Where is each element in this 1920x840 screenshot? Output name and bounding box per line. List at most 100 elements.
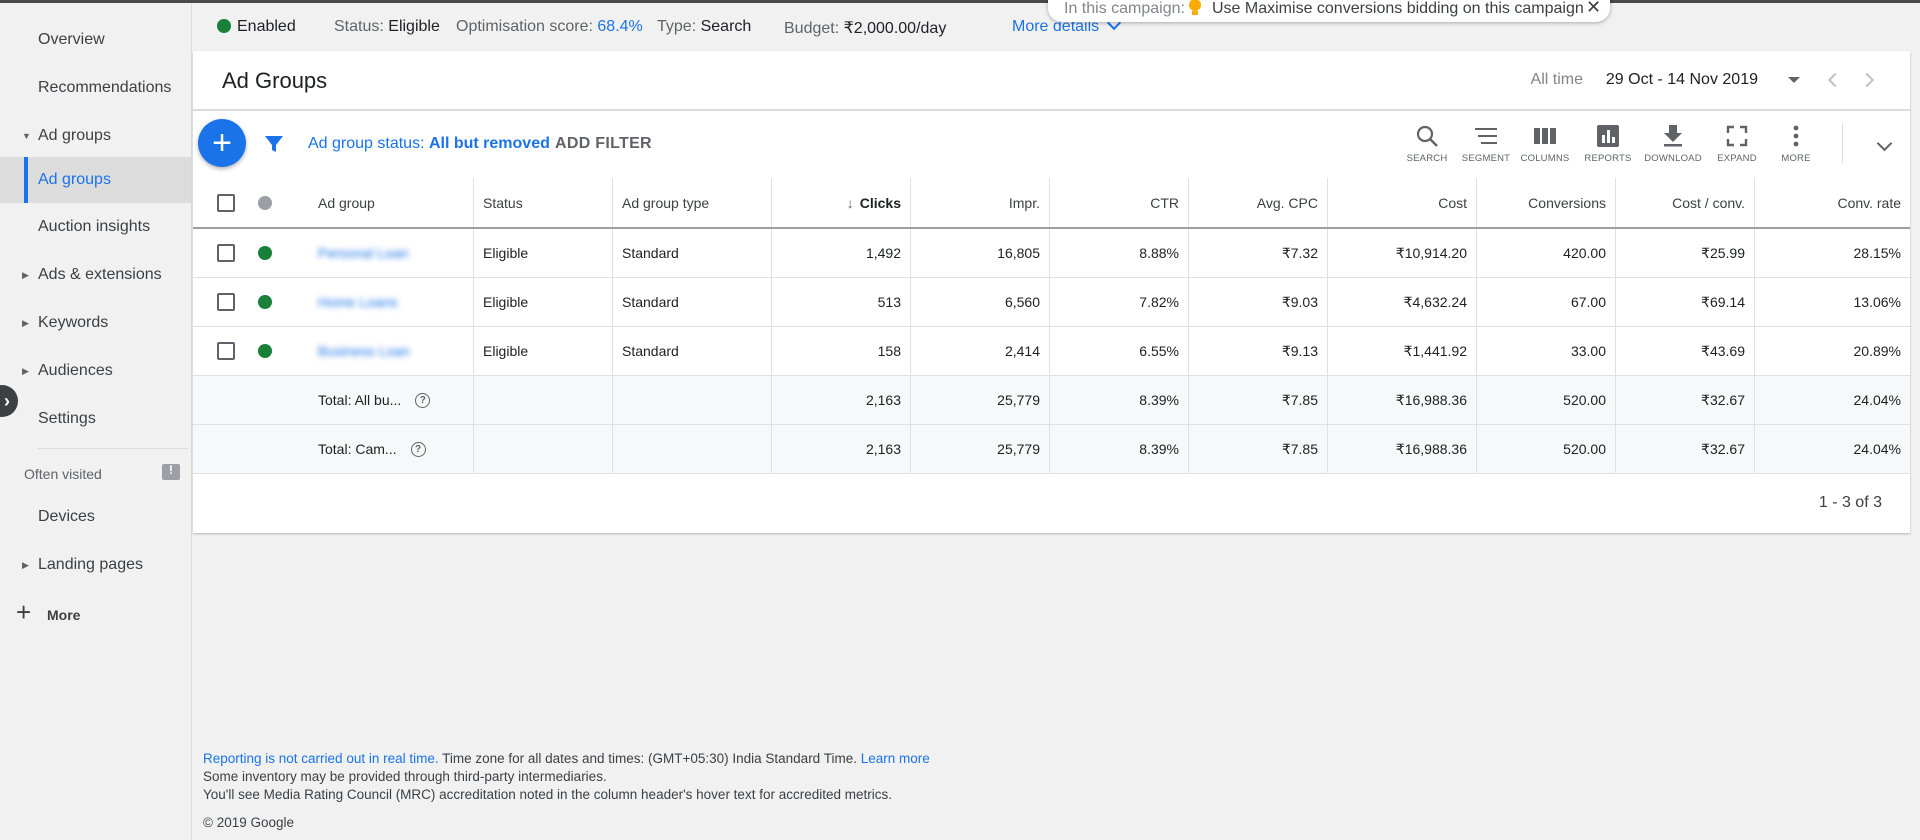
row-checkbox[interactable] — [217, 342, 235, 360]
sidebar-more[interactable]: More — [47, 607, 80, 623]
sidebar-item-ad-groups[interactable]: Ad groups — [0, 157, 192, 203]
row-checkbox[interactable] — [217, 293, 235, 311]
more-tool-button[interactable]: MORE — [1766, 123, 1826, 164]
learn-more-link[interactable]: Learn more — [861, 751, 930, 766]
ad-groups-card: Ad Groups All time 29 Oct - 14 Nov 2019 … — [193, 51, 1910, 533]
cell-cost-per-conv: ₹32.67 — [1616, 376, 1755, 424]
filter-chip-status[interactable]: Ad group status: All but removed — [308, 135, 550, 153]
footer: Reporting is not carried out in real tim… — [203, 751, 930, 830]
cell-ctr: 8.88% — [1050, 229, 1189, 277]
segment-tool-button[interactable]: SEGMENT — [1456, 123, 1516, 164]
col-ad-group-type[interactable]: Ad group type — [613, 178, 772, 227]
feedback-icon[interactable] — [162, 463, 180, 480]
col-avg-cpc[interactable]: Avg. CPC — [1189, 178, 1328, 227]
expand-icon — [1726, 125, 1748, 147]
cell-conversions: 520.00 — [1477, 376, 1616, 424]
cell-impr: 2,414 — [911, 327, 1050, 375]
cell-impr: 6,560 — [911, 278, 1050, 326]
cell-clicks: 1,492 — [772, 229, 911, 277]
col-conv-rate[interactable]: Conv. rate — [1755, 178, 1910, 227]
cell-clicks: 2,163 — [772, 376, 911, 424]
filter-icon[interactable] — [264, 134, 284, 154]
sidebar-item-settings[interactable]: Settings — [0, 397, 192, 441]
reports-icon — [1597, 125, 1619, 147]
cell-cost: ₹10,914.20 — [1328, 229, 1477, 277]
sidebar-item-recommendations[interactable]: Recommendations — [0, 66, 192, 110]
cell-conv-rate: 24.04% — [1853, 392, 1901, 408]
cell-conv-rate: 13.06% — [1853, 294, 1901, 310]
row-checkbox[interactable] — [217, 244, 235, 262]
plus-icon[interactable]: + — [16, 599, 31, 625]
cell-avg-cpc: ₹7.85 — [1189, 425, 1328, 473]
col-clicks[interactable]: ↓ Clicks — [772, 178, 911, 227]
sidebar-item-audiences[interactable]: ▶ Audiences — [0, 349, 192, 393]
sidebar-item-ads-extensions[interactable]: ▶ Ads & extensions — [0, 253, 192, 297]
cell-avg-cpc: ₹7.32 — [1189, 229, 1328, 277]
real-time-link[interactable]: Reporting is not carried out in real tim… — [203, 751, 439, 766]
sidebar: Overview Recommendations ▼ Ad groups Ad g… — [0, 3, 192, 840]
chevron-down-icon[interactable] — [1876, 135, 1893, 152]
col-cost[interactable]: Cost — [1328, 178, 1477, 227]
chevron-right-icon[interactable] — [1859, 72, 1875, 88]
table-row: Business Loan Eligible Standard 158 2,414 6.5… — [193, 327, 1910, 376]
chevron-left-icon[interactable] — [1827, 72, 1843, 88]
cell-conversions: 67.00 — [1477, 278, 1616, 326]
optimisation-score[interactable]: Optimisation score: 68.4% — [456, 18, 643, 36]
total-spacer — [193, 425, 309, 473]
cell-ad-group: Total: Cam...? — [309, 425, 474, 473]
close-icon[interactable]: ✕ — [1586, 0, 1601, 18]
cell-cost-per-conv: ₹43.69 — [1616, 327, 1755, 375]
add-filter-button[interactable]: ADD FILTER — [555, 135, 652, 153]
add-ad-group-button[interactable]: + — [198, 119, 246, 167]
select-all-checkbox[interactable] — [217, 193, 235, 212]
campaign-budget: Budget: ₹2,000.00/day — [784, 20, 947, 37]
status-dot-icon — [258, 195, 272, 210]
cell-cost: ₹1,441.92 — [1328, 327, 1477, 375]
col-status[interactable]: Status — [474, 178, 613, 227]
col-cost-per-conv[interactable]: Cost / conv. — [1616, 178, 1755, 227]
cell-avg-cpc: ₹9.13 — [1189, 327, 1328, 375]
col-ctr[interactable]: CTR — [1050, 178, 1189, 227]
sidebar-item-ad-groups-section[interactable]: ▼ Ad groups — [0, 114, 192, 158]
cell-status: Eligible — [474, 229, 613, 277]
columns-tool-button[interactable]: COLUMNS — [1515, 123, 1575, 164]
often-visited-label: Often visited — [24, 466, 102, 482]
cell-conv-rate: 28.15% — [1853, 245, 1901, 261]
cell-ad-group-type: Standard — [613, 278, 772, 326]
status-summary: Status: Eligible — [334, 18, 440, 35]
ad-group-link[interactable]: Home Loans — [318, 294, 397, 310]
expand-tool-button[interactable]: EXPAND — [1707, 123, 1767, 164]
segment-icon — [1475, 128, 1497, 144]
sidebar-item-devices[interactable]: Devices — [0, 495, 192, 539]
cell-conversions: 420.00 — [1477, 229, 1616, 277]
sidebar-item-auction-insights[interactable]: Auction insights — [0, 205, 192, 249]
cell-impr: 25,779 — [911, 376, 1050, 424]
cell-cost-per-conv: ₹69.14 — [1616, 278, 1755, 326]
cell-ad-group: Business Loan — [309, 327, 474, 375]
help-icon[interactable]: ? — [410, 441, 426, 457]
reports-tool-button[interactable]: REPORTS — [1578, 123, 1638, 164]
divider — [193, 109, 1910, 111]
sidebar-item-landing-pages[interactable]: ▶ Landing pages — [0, 543, 192, 587]
dropdown-arrow-icon[interactable] — [1788, 77, 1800, 83]
cell-cost: ₹4,632.24 — [1328, 278, 1477, 326]
col-impr[interactable]: Impr. — [911, 178, 1050, 227]
ad-group-link[interactable]: Business Loan — [318, 343, 410, 359]
download-tool-button[interactable]: DOWNLOAD — [1643, 123, 1703, 164]
sidebar-item-overview[interactable]: Overview — [0, 18, 192, 62]
enabled-status[interactable]: Enabled — [217, 18, 296, 36]
col-conversions[interactable]: Conversions — [1477, 178, 1616, 227]
table-total-row: Total: All bu...? 2,163 25,779 8.39% ₹7.85 ₹1… — [193, 376, 1910, 425]
cell-ad-group-type: Standard — [613, 229, 772, 277]
cell-avg-cpc: ₹9.03 — [1189, 278, 1328, 326]
copyright: © 2019 Google — [203, 815, 295, 830]
col-ad-group[interactable]: Ad group — [309, 178, 474, 227]
date-range-picker[interactable]: All time 29 Oct - 14 Nov 2019 — [1490, 67, 1910, 97]
more-vert-icon — [1793, 125, 1799, 147]
recommendation-tip[interactable]: In this campaign: Use Maximise conversio… — [1048, 0, 1610, 22]
sidebar-item-keywords[interactable]: ▶ Keywords — [0, 301, 192, 345]
search-icon — [1416, 125, 1438, 147]
ad-group-link[interactable]: Personal Loan — [318, 245, 408, 261]
search-tool-button[interactable]: SEARCH — [1397, 123, 1457, 164]
help-icon[interactable]: ? — [415, 392, 431, 408]
